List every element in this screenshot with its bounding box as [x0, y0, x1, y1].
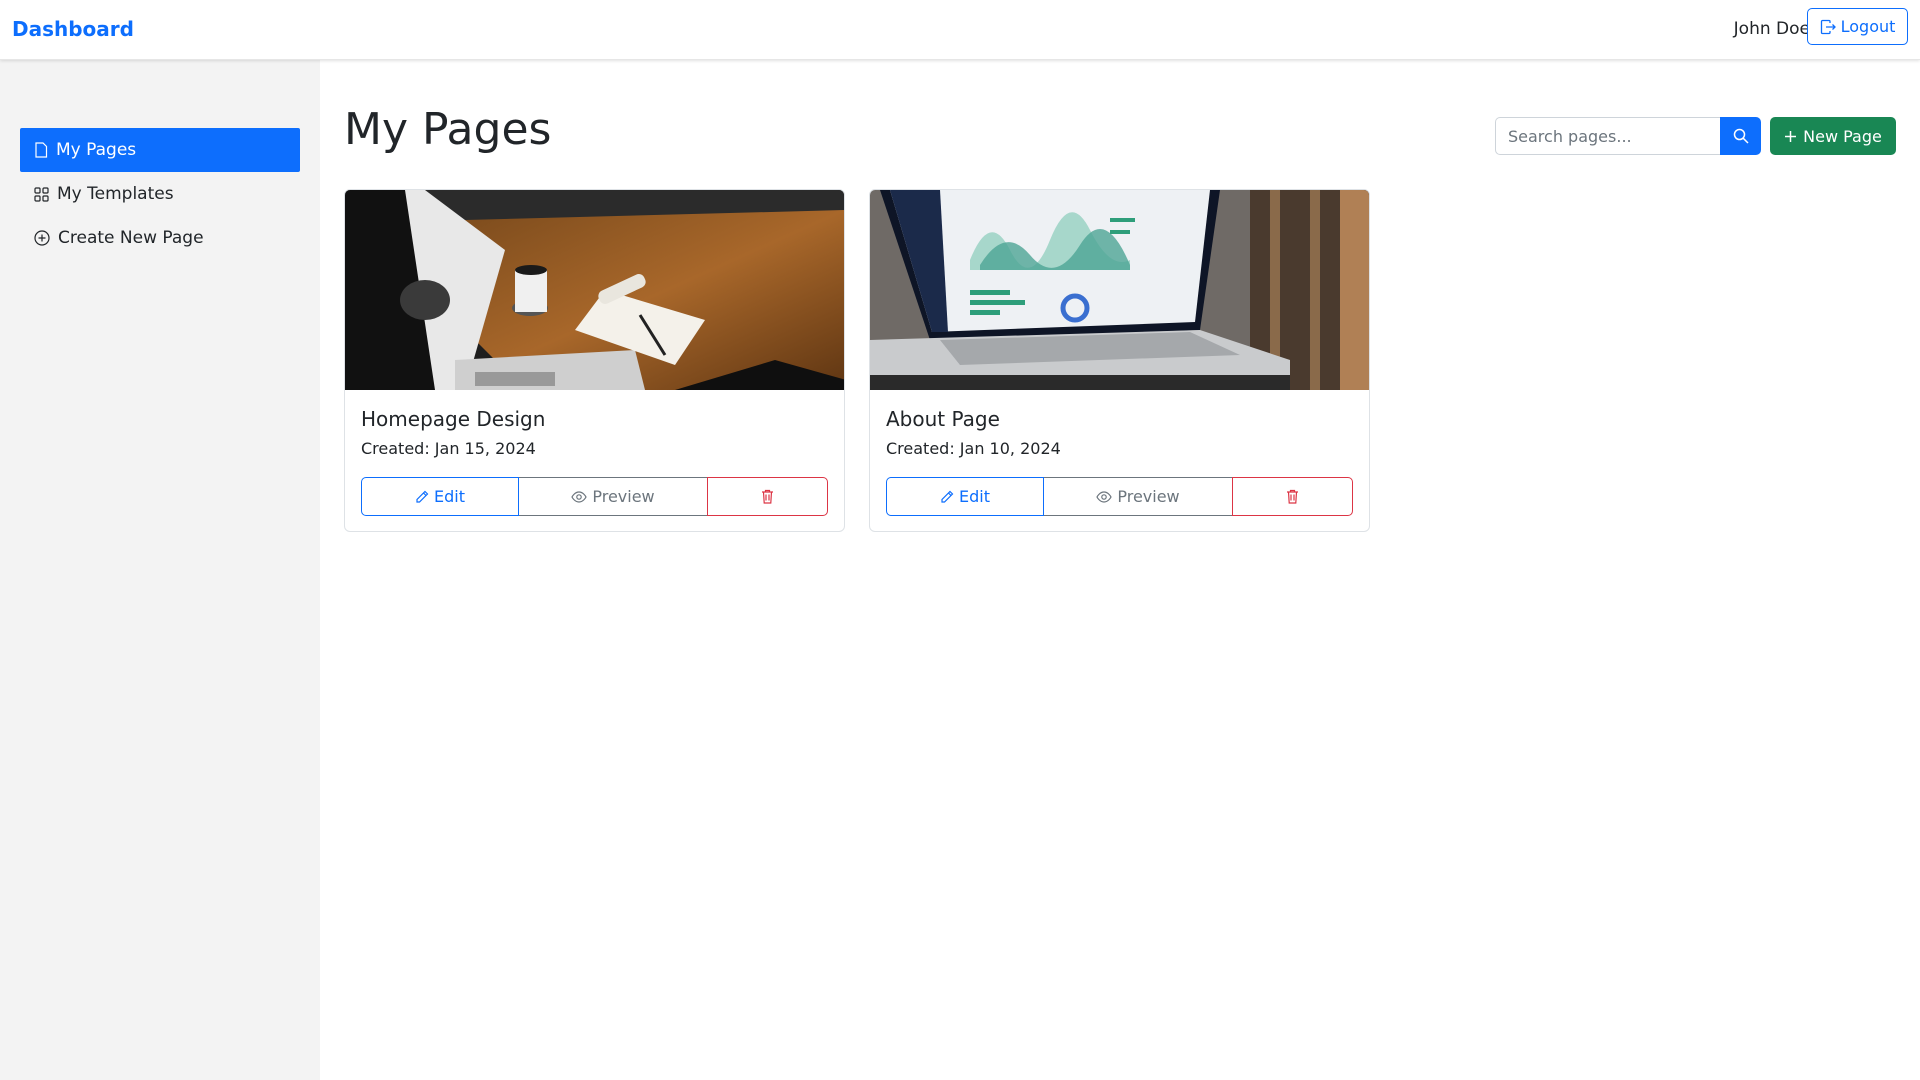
preview-label: Preview — [592, 487, 655, 506]
card-image — [345, 190, 844, 390]
edit-label: Edit — [959, 487, 990, 506]
preview-label: Preview — [1117, 487, 1180, 506]
search-icon — [1733, 128, 1749, 144]
preview-button[interactable]: Preview — [1044, 477, 1232, 516]
sidebar-item-my-templates[interactable]: My Templates — [20, 172, 300, 216]
delete-button[interactable] — [1232, 477, 1353, 516]
user-name: John Doe — [1733, 19, 1810, 39]
delete-button[interactable] — [707, 477, 828, 516]
search-button[interactable] — [1720, 117, 1761, 155]
logout-label: Logout — [1840, 17, 1896, 36]
card-title: About Page — [886, 407, 1000, 431]
sidebar: My Pages My Templates Create New Page — [0, 60, 320, 1080]
search-input[interactable] — [1495, 117, 1721, 155]
eye-icon — [1096, 490, 1113, 503]
edit-button[interactable]: Edit — [886, 477, 1044, 516]
new-page-button[interactable]: New Page — [1770, 117, 1896, 155]
brand-link[interactable]: Dashboard — [12, 17, 134, 41]
page-title: My Pages — [344, 104, 552, 155]
card-created-date: Created: Jan 10, 2024 — [886, 439, 1061, 458]
top-navbar: Dashboard John Doe Logout — [0, 0, 1920, 60]
pencil-icon — [941, 490, 954, 503]
page-card: About Page Created: Jan 10, 2024 Edit Pr… — [869, 189, 1370, 532]
eye-icon — [571, 490, 588, 503]
sidebar-item-label: My Templates — [57, 184, 174, 204]
card-actions: Edit Preview — [886, 477, 1353, 516]
trash-icon — [762, 489, 773, 504]
sidebar-item-create-new-page[interactable]: Create New Page — [20, 216, 300, 260]
file-icon — [35, 142, 48, 158]
card-title: Homepage Design — [361, 407, 546, 431]
logout-button[interactable]: Logout — [1807, 8, 1908, 45]
card-actions: Edit Preview — [361, 477, 828, 516]
new-page-label: New Page — [1803, 126, 1882, 146]
preview-button[interactable]: Preview — [519, 477, 707, 516]
edit-label: Edit — [434, 487, 465, 506]
sidebar-item-label: Create New Page — [58, 228, 204, 248]
grid-icon — [34, 186, 49, 202]
sidebar-item-my-pages[interactable]: My Pages — [20, 128, 300, 172]
card-image — [870, 190, 1369, 390]
edit-button[interactable]: Edit — [361, 477, 519, 516]
pencil-icon — [416, 490, 429, 503]
card-created-date: Created: Jan 15, 2024 — [361, 439, 536, 458]
trash-icon — [1287, 489, 1298, 504]
plus-icon — [1785, 130, 1797, 142]
logout-icon — [1820, 19, 1836, 34]
plus-circle-icon — [34, 230, 50, 246]
sidebar-item-label: My Pages — [56, 140, 137, 160]
page-card: Homepage Design Created: Jan 15, 2024 Ed… — [344, 189, 845, 532]
